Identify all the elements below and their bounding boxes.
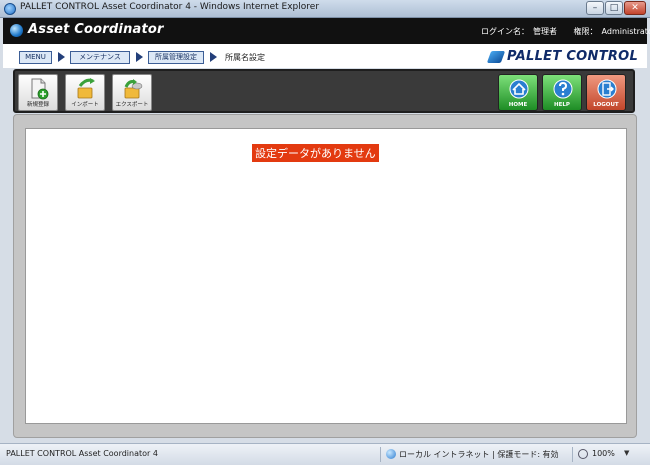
breadcrumb-menu[interactable]: MENU xyxy=(19,51,52,64)
status-text: PALLET CONTROL Asset Coordinator 4 xyxy=(6,449,158,458)
logout-button[interactable]: LOGOUT xyxy=(586,74,626,111)
help-label: HELP xyxy=(554,102,570,108)
import-button[interactable]: インポート xyxy=(65,74,105,111)
home-label: HOME xyxy=(508,102,528,108)
zone-text: ローカル イントラネット | 保護モード: 有効 xyxy=(399,450,559,459)
app-header: Asset Coordinator ログイン名： 管理者 権限： Administr… xyxy=(3,18,650,44)
new-button[interactable]: 新規登録 xyxy=(18,74,58,111)
status-bar: PALLET CONTROL Asset Coordinator 4 ローカル … xyxy=(0,443,650,465)
breadcrumb-affiliation-settings[interactable]: 所属管理設定 xyxy=(148,51,204,64)
home-button[interactable]: HOME xyxy=(498,74,538,111)
breadcrumb-maintenance[interactable]: メンテナンス xyxy=(70,51,130,64)
brand-text: PALLET CONTROL xyxy=(507,49,639,64)
login-info: ログイン名： 管理者 権限：Administrator xyxy=(481,26,650,37)
close-button[interactable]: ✕ xyxy=(624,1,646,15)
window-title: PALLET CONTROL Asset Coordinator 4 - Win… xyxy=(20,2,320,12)
zoom-level[interactable]: 100% xyxy=(592,449,615,458)
content-area: 設定データがありません xyxy=(25,128,627,424)
export-button[interactable]: エクスポート xyxy=(112,74,152,111)
chevron-down-icon[interactable]: ▼ xyxy=(624,449,629,457)
breadcrumb-current: 所属名設定 xyxy=(225,53,265,62)
toolbar: 新規登録 インポート エクスポート HOME HELP LOGOUT xyxy=(13,69,635,113)
new-document-icon xyxy=(31,78,49,100)
status-separator xyxy=(572,447,573,462)
breadcrumb-arrow-icon xyxy=(210,52,217,62)
export-arrow-icon xyxy=(124,79,143,99)
new-label: 新規登録 xyxy=(26,102,49,108)
app-logo-icon xyxy=(10,24,23,37)
home-icon xyxy=(509,79,529,99)
app-name: Asset Coordinator xyxy=(28,22,164,37)
minimize-button[interactable]: – xyxy=(586,1,604,15)
ie-icon xyxy=(4,3,16,15)
export-label: エクスポート xyxy=(115,102,149,108)
import-arrow-icon xyxy=(77,78,95,99)
logout-door-icon xyxy=(597,79,617,99)
logout-label: LOGOUT xyxy=(593,102,619,108)
maximize-button[interactable]: □ xyxy=(605,1,623,15)
breadcrumb-arrow-icon xyxy=(58,52,65,62)
import-label: インポート xyxy=(71,102,99,108)
window-titlebar: PALLET CONTROL Asset Coordinator 4 - Win… xyxy=(0,0,650,18)
no-data-notice: 設定データがありません xyxy=(252,144,379,162)
breadcrumb: MENU メンテナンス 所属管理設定 所属名設定 PALLET CONTROL xyxy=(3,44,647,68)
zoom-icon[interactable] xyxy=(578,449,588,459)
login-label: ログイン名： xyxy=(481,27,529,36)
status-separator xyxy=(380,447,381,462)
help-button[interactable]: HELP xyxy=(542,74,582,111)
breadcrumb-arrow-icon xyxy=(136,52,143,62)
content-frame: 設定データがありません xyxy=(13,114,637,438)
role-label: 権限： xyxy=(573,27,598,36)
brand-icon xyxy=(486,51,506,63)
intranet-zone-icon xyxy=(386,449,396,459)
help-question-icon xyxy=(553,79,573,99)
role-value: Administrator xyxy=(601,27,650,36)
login-value: 管理者 xyxy=(533,27,557,36)
